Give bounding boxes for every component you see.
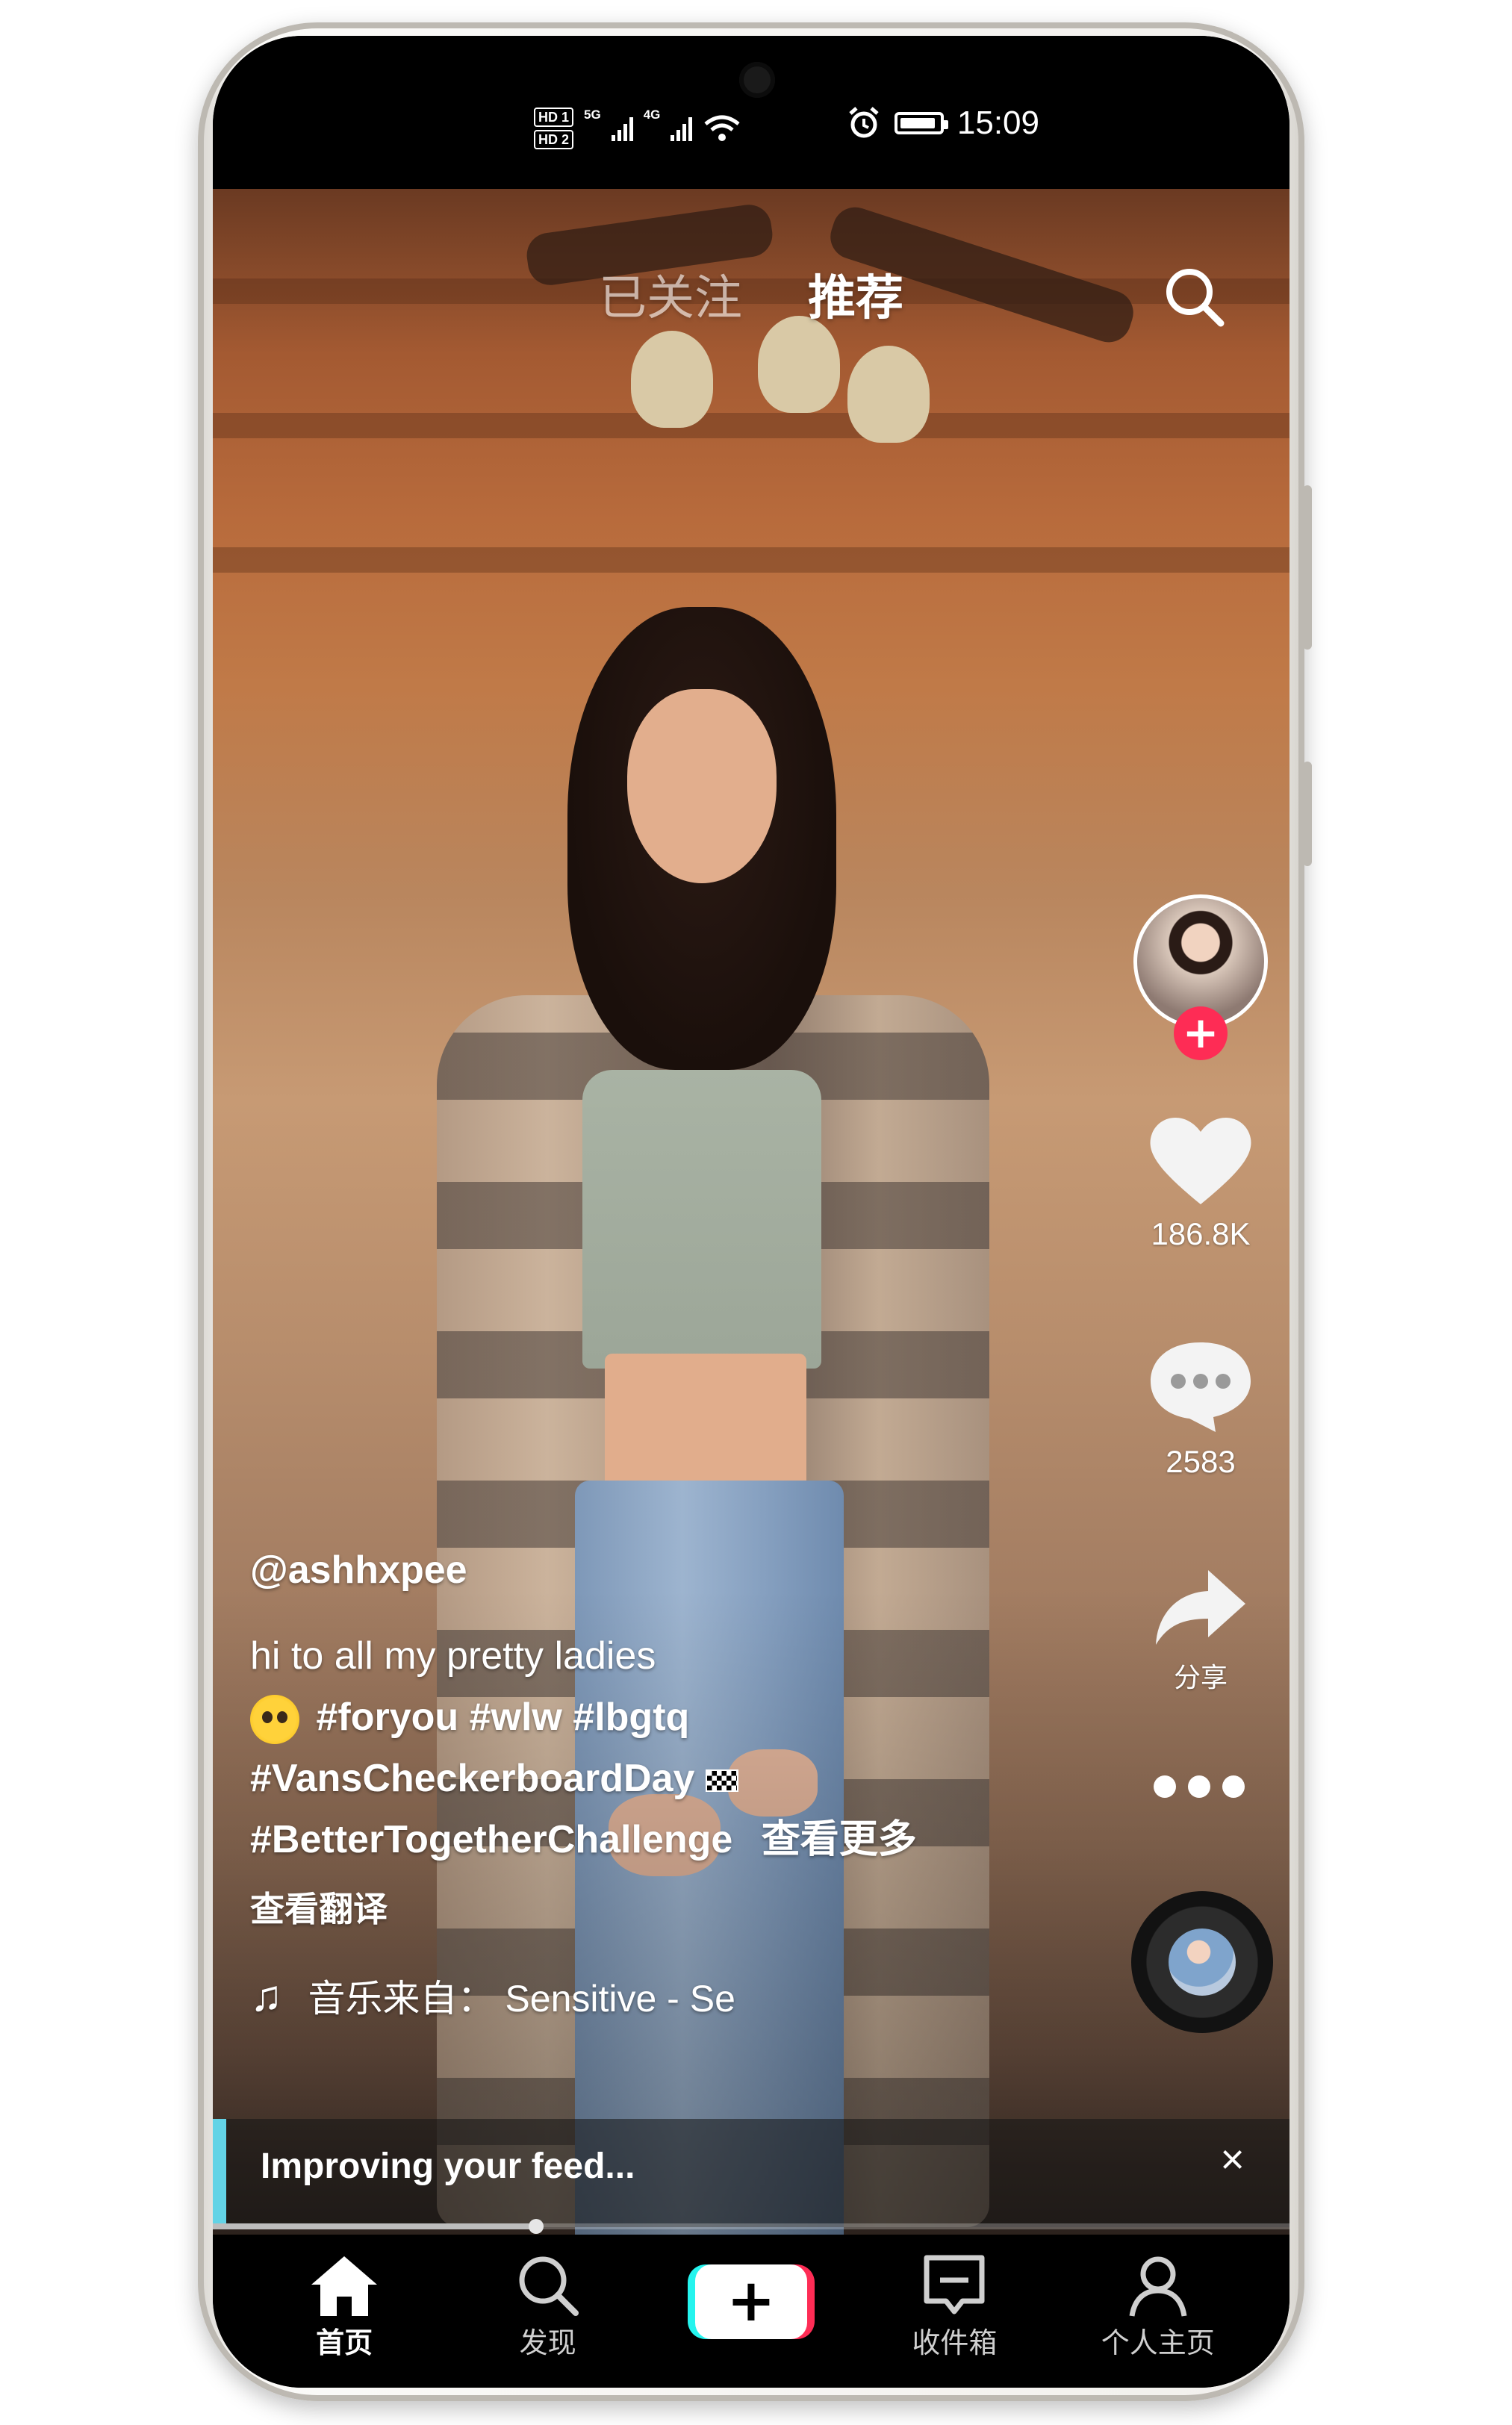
clock: 15:09 xyxy=(956,105,1039,141)
profile-icon xyxy=(1129,2256,1187,2317)
hd-indicators: HD 1 HD 2 xyxy=(534,108,574,149)
checkered-flag-icon xyxy=(705,1769,738,1793)
signal-bars-icon xyxy=(611,116,633,141)
nav-inbox[interactable]: 收件箱 xyxy=(872,2235,1036,2361)
share-label: 分享 xyxy=(1173,1663,1228,1693)
fan-lamp xyxy=(631,331,713,428)
like-count: 186.8K xyxy=(1151,1216,1251,1251)
video-caption: @ashhxpee hi to all my pretty ladies #fo… xyxy=(250,1548,1109,2023)
status-left: HD 1 HD 2 5G 4G xyxy=(534,108,741,149)
video-progress-bar[interactable] xyxy=(213,2219,1289,2234)
alarm-icon xyxy=(849,107,879,138)
fan-lamp xyxy=(758,316,840,413)
caption-hashtag-line: #VansCheckerboardDay xyxy=(250,1748,1109,1809)
see-more-link[interactable]: 查看更多 xyxy=(762,1817,917,1862)
comment-button[interactable]: 2583 xyxy=(1133,1335,1268,1480)
home-icon xyxy=(311,2256,378,2316)
video-progress-fill xyxy=(213,2223,536,2229)
feed-notice-accent xyxy=(213,2119,226,2227)
screen: HD 1 HD 2 5G 4G 15:09 已关注 推荐 + 186.8K 25… xyxy=(213,36,1289,2388)
bottom-navigation: 首页 发现 + 收件箱 个人主页 xyxy=(213,2235,1289,2388)
music-title: Sensitive - Se xyxy=(505,1978,735,2020)
like-button[interactable]: 186.8K xyxy=(1133,1111,1268,1252)
search-icon[interactable] xyxy=(1161,264,1228,331)
music-disc-icon[interactable] xyxy=(1131,1891,1273,2033)
caption-hashtags-line: #foryou #wlw #lbgtq xyxy=(250,1687,1109,1748)
comment-count: 2583 xyxy=(1166,1444,1236,1479)
inbox-icon xyxy=(924,2255,985,2315)
network-4g-label: 4G xyxy=(643,108,661,122)
caption-text: hi to all my pretty ladies xyxy=(250,1634,656,1678)
share-icon xyxy=(1156,1570,1245,1645)
pleading-face-emoji-icon xyxy=(250,1695,299,1745)
music-note-icon: ♫ xyxy=(250,1971,283,2020)
face xyxy=(627,689,777,883)
network-5g-label: 5G xyxy=(584,108,601,122)
create-plus-icon: + xyxy=(694,2264,807,2339)
front-camera xyxy=(739,62,775,98)
music-info[interactable]: ♫ 音乐来自： Sensitive - Se xyxy=(250,1969,1109,2023)
comment-icon xyxy=(1151,1342,1251,1432)
status-right: 15:09 xyxy=(847,105,1039,142)
battery-icon xyxy=(894,112,948,134)
music-cover xyxy=(1169,1929,1236,1996)
nav-discover-label: 发现 xyxy=(519,2326,576,2359)
hashtag-group[interactable]: #foryou #wlw #lbgtq xyxy=(316,1696,689,1739)
fan-lamp xyxy=(847,346,930,443)
power-button xyxy=(1303,762,1312,866)
wifi-icon xyxy=(704,115,740,141)
more-options-icon[interactable] xyxy=(1154,1775,1245,1798)
share-button[interactable]: 分享 xyxy=(1133,1563,1268,1695)
hd-2-badge: HD 2 xyxy=(534,130,574,149)
nav-inbox-label: 收件箱 xyxy=(912,2326,998,2359)
feed-notice-text: Improving your feed... xyxy=(261,2147,635,2186)
nav-home[interactable]: 首页 xyxy=(262,2235,426,2361)
nav-create[interactable]: + xyxy=(669,2235,833,2339)
music-prefix: 音乐来自： xyxy=(308,1977,495,2020)
tab-following[interactable]: 已关注 xyxy=(599,260,742,329)
hd-1-badge: HD 1 xyxy=(534,108,574,127)
tab-for-you[interactable]: 推荐 xyxy=(808,260,903,329)
video-progress-handle[interactable] xyxy=(528,2219,544,2234)
discover-icon xyxy=(519,2256,579,2316)
follow-button[interactable]: + xyxy=(1174,1006,1228,1060)
ceiling-beam xyxy=(213,413,1289,438)
caption-hashtag-line: #BetterTogetherChallenge 查看更多 xyxy=(250,1809,1109,1870)
creator-username[interactable]: @ashhxpee xyxy=(250,1548,1109,1593)
hashtag-vans[interactable]: #VansCheckerboardDay xyxy=(250,1757,694,1800)
top xyxy=(582,1070,821,1369)
nav-home-label: 首页 xyxy=(316,2326,373,2359)
heart-icon xyxy=(1150,1118,1251,1204)
nav-profile[interactable]: 个人主页 xyxy=(1076,2235,1240,2361)
hashtag-better-together[interactable]: #BetterTogetherChallenge xyxy=(250,1818,732,1861)
ceiling-beam xyxy=(213,547,1289,573)
feed-tabs: 已关注 推荐 xyxy=(213,260,1289,329)
close-icon[interactable]: × xyxy=(1220,2138,1245,2180)
volume-button xyxy=(1303,485,1312,650)
translate-link[interactable]: 查看翻译 xyxy=(250,1882,1109,1931)
status-bar: HD 1 HD 2 5G 4G 15:09 xyxy=(213,36,1289,189)
nav-discover[interactable]: 发现 xyxy=(466,2235,630,2361)
signal-bars-icon xyxy=(671,116,693,141)
nav-profile-label: 个人主页 xyxy=(1101,2326,1215,2359)
feed-notice-bar: Improving your feed... × xyxy=(213,2119,1289,2227)
